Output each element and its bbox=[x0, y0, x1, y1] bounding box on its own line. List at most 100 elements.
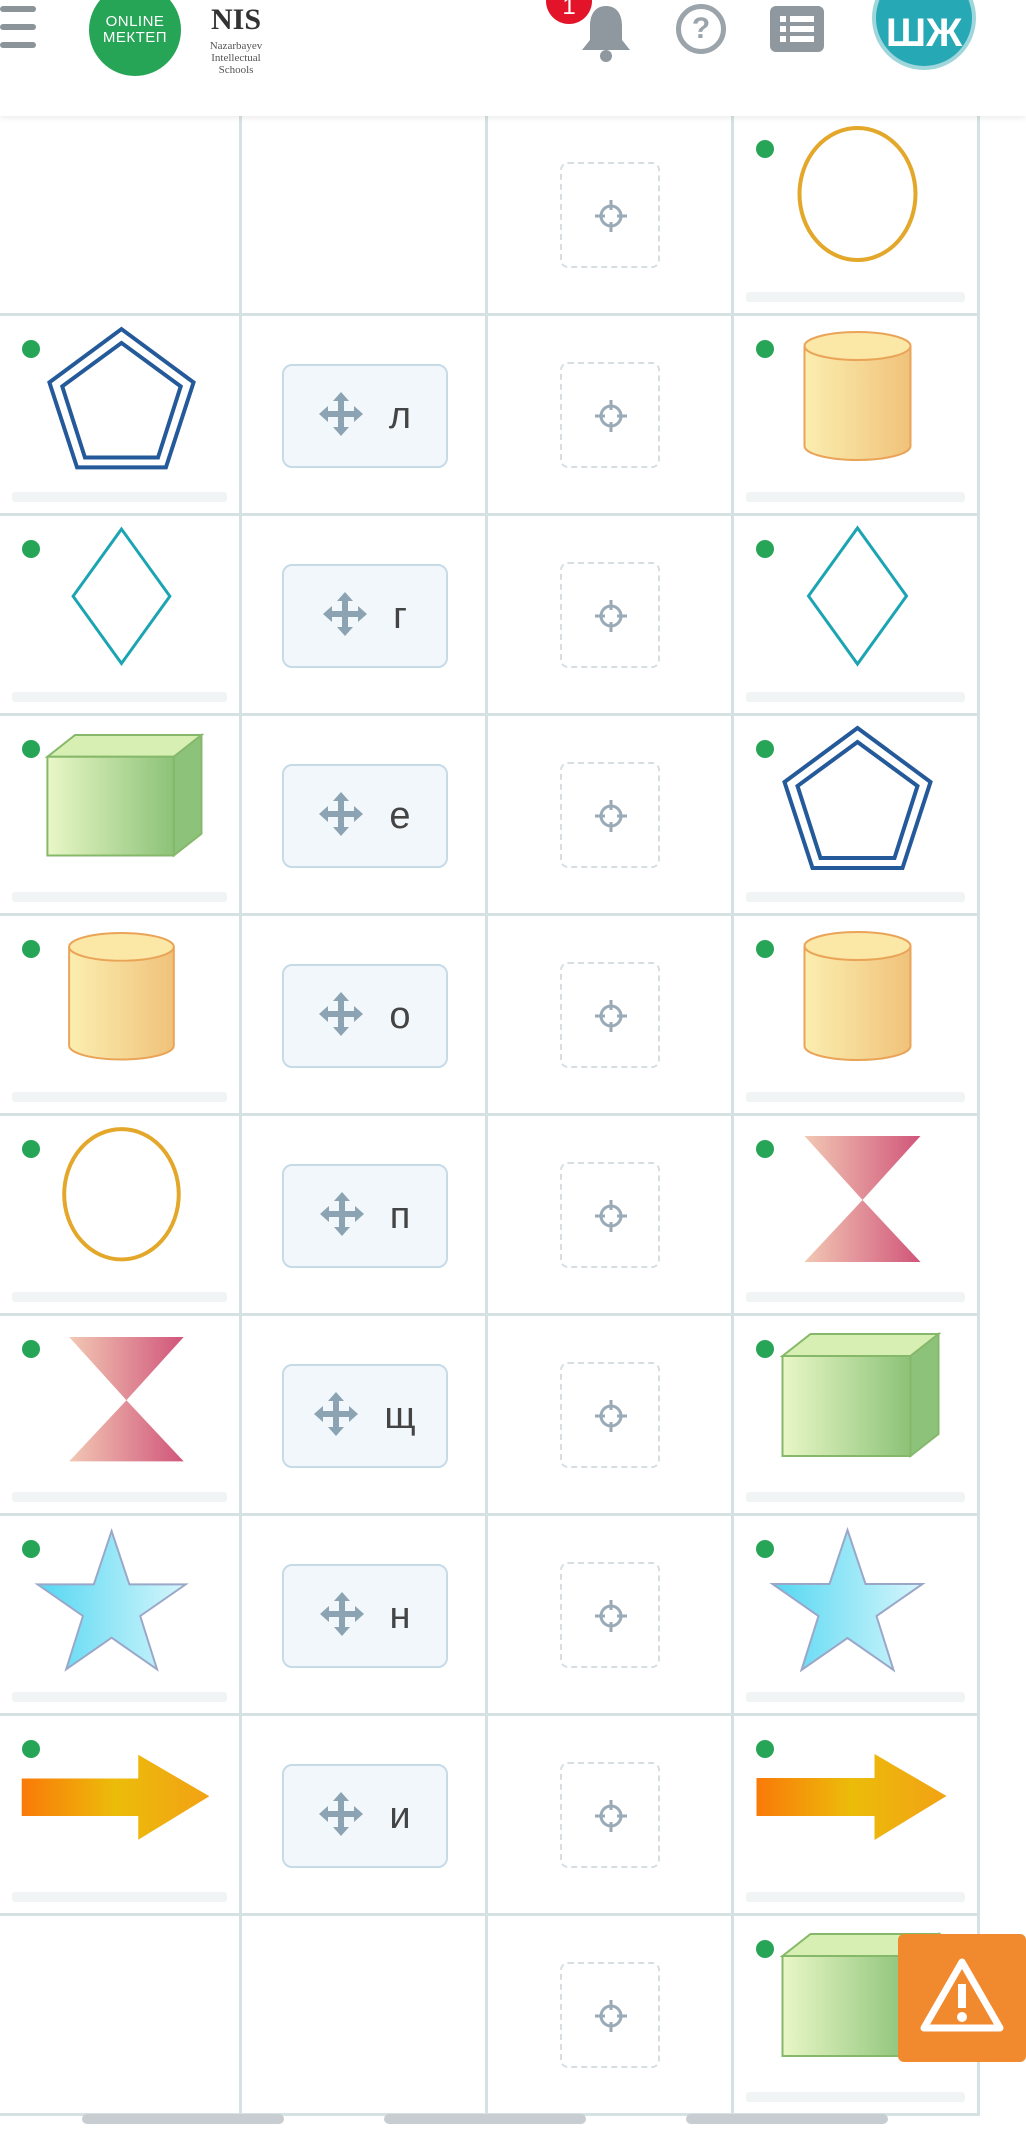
right-shape-cell bbox=[734, 1716, 980, 1916]
arrow-icon bbox=[0, 1716, 239, 1916]
top-header: ONLINE МЕКТЕП NIS Nazarbayev Intellectua… bbox=[0, 0, 1026, 116]
drop-target[interactable] bbox=[560, 1362, 660, 1468]
grid-row: е bbox=[0, 716, 980, 916]
online-mektep-logo[interactable]: ONLINE МЕКТЕП bbox=[89, 0, 181, 76]
drop-target[interactable] bbox=[560, 362, 660, 468]
draggable-letter[interactable]: о bbox=[282, 964, 448, 1068]
drag-cell: о bbox=[242, 916, 488, 1116]
move-icon bbox=[319, 791, 364, 841]
drop-target[interactable] bbox=[560, 1762, 660, 1868]
grid-row: н bbox=[0, 1516, 980, 1716]
drop-cell bbox=[488, 116, 734, 316]
right-shape-cell bbox=[734, 1116, 980, 1316]
pentagon-icon bbox=[734, 716, 977, 916]
left-shape-cell bbox=[0, 1716, 242, 1916]
draggable-letter[interactable]: е bbox=[282, 764, 448, 868]
right-shape-cell bbox=[734, 516, 980, 716]
right-shape-cell bbox=[734, 716, 980, 916]
cylinder-icon bbox=[734, 316, 977, 516]
task-list-icon[interactable] bbox=[770, 6, 824, 52]
drop-cell bbox=[488, 516, 734, 716]
rhombus-icon bbox=[734, 516, 977, 716]
hamburger-menu-icon[interactable] bbox=[0, 6, 40, 62]
drop-target[interactable] bbox=[560, 1962, 660, 2068]
drop-target[interactable] bbox=[560, 962, 660, 1068]
right-shape-cell bbox=[734, 1516, 980, 1716]
left-shape-cell bbox=[0, 916, 242, 1116]
drop-target[interactable] bbox=[560, 1162, 660, 1268]
scroll-indicator[interactable] bbox=[82, 2114, 284, 2124]
scroll-indicator[interactable] bbox=[384, 2114, 586, 2124]
drop-target[interactable] bbox=[560, 562, 660, 668]
draggable-letter[interactable]: п bbox=[282, 1164, 448, 1268]
cylinder-icon bbox=[734, 916, 977, 1116]
left-shape-cell bbox=[0, 1916, 242, 2116]
drop-target[interactable] bbox=[560, 1562, 660, 1668]
move-icon bbox=[319, 1791, 364, 1841]
move-icon bbox=[318, 391, 363, 441]
drag-cell: и bbox=[242, 1716, 488, 1916]
draggable-letter[interactable]: щ bbox=[282, 1364, 448, 1468]
letter-label: г bbox=[393, 594, 407, 637]
arrow-icon bbox=[734, 1716, 977, 1916]
scroll-indicator[interactable] bbox=[686, 2114, 888, 2124]
move-icon bbox=[319, 991, 364, 1041]
cuboid-icon bbox=[0, 716, 239, 916]
drag-cell bbox=[242, 116, 488, 316]
drop-cell bbox=[488, 1916, 734, 2116]
left-shape-cell bbox=[0, 1116, 242, 1316]
grid-row: о bbox=[0, 916, 980, 1116]
drag-cell: н bbox=[242, 1516, 488, 1716]
grid-row: щ bbox=[0, 1316, 980, 1516]
ellipse-icon bbox=[0, 1116, 239, 1316]
pentagon-icon bbox=[0, 316, 239, 516]
move-icon bbox=[314, 1391, 359, 1441]
star-icon bbox=[734, 1516, 977, 1716]
drop-cell bbox=[488, 716, 734, 916]
right-shape-cell bbox=[734, 116, 980, 316]
left-shape-cell bbox=[0, 116, 242, 316]
drop-cell bbox=[488, 1716, 734, 1916]
drop-target[interactable] bbox=[560, 162, 660, 268]
letter-label: и bbox=[389, 1794, 411, 1837]
letter-label: е bbox=[389, 794, 411, 837]
drag-cell: г bbox=[242, 516, 488, 716]
letter-label: л bbox=[388, 394, 412, 437]
left-shape-cell bbox=[0, 1316, 242, 1516]
drop-cell bbox=[488, 916, 734, 1116]
drag-cell: щ bbox=[242, 1316, 488, 1516]
left-shape-cell bbox=[0, 316, 242, 516]
drop-target[interactable] bbox=[560, 762, 660, 868]
draggable-letter[interactable]: г bbox=[282, 564, 448, 668]
move-icon bbox=[323, 591, 368, 641]
drop-cell bbox=[488, 316, 734, 516]
drop-cell bbox=[488, 1316, 734, 1516]
grid-row: и bbox=[0, 1716, 980, 1916]
drag-cell: е bbox=[242, 716, 488, 916]
draggable-letter[interactable]: н bbox=[282, 1564, 448, 1668]
right-shape-cell bbox=[734, 1316, 980, 1516]
drop-cell bbox=[488, 1116, 734, 1316]
left-shape-cell bbox=[0, 716, 242, 916]
draggable-letter[interactable]: и bbox=[282, 1764, 448, 1868]
cuboid-icon bbox=[734, 1316, 977, 1516]
right-shape-cell bbox=[734, 916, 980, 1116]
drag-cell: л bbox=[242, 316, 488, 516]
ellipse-icon bbox=[734, 116, 977, 316]
left-shape-cell bbox=[0, 516, 242, 716]
grid-row: г bbox=[0, 516, 980, 716]
drop-cell bbox=[488, 1516, 734, 1716]
bottom-scroll-indicators bbox=[0, 2110, 1026, 2138]
warning-icon bbox=[920, 1958, 1004, 2032]
letter-label: щ bbox=[384, 1394, 416, 1437]
letter-label: о bbox=[389, 994, 411, 1037]
grid-row: п bbox=[0, 1116, 980, 1316]
right-shape-cell bbox=[734, 316, 980, 516]
hourglass-icon bbox=[0, 1316, 239, 1516]
user-avatar[interactable]: ШЖ bbox=[872, 0, 976, 70]
draggable-letter[interactable]: л bbox=[282, 364, 448, 468]
report-issue-button[interactable] bbox=[898, 1934, 1026, 2062]
help-icon[interactable]: ? bbox=[676, 4, 726, 54]
drag-cell bbox=[242, 1916, 488, 2116]
move-icon bbox=[319, 1191, 364, 1241]
